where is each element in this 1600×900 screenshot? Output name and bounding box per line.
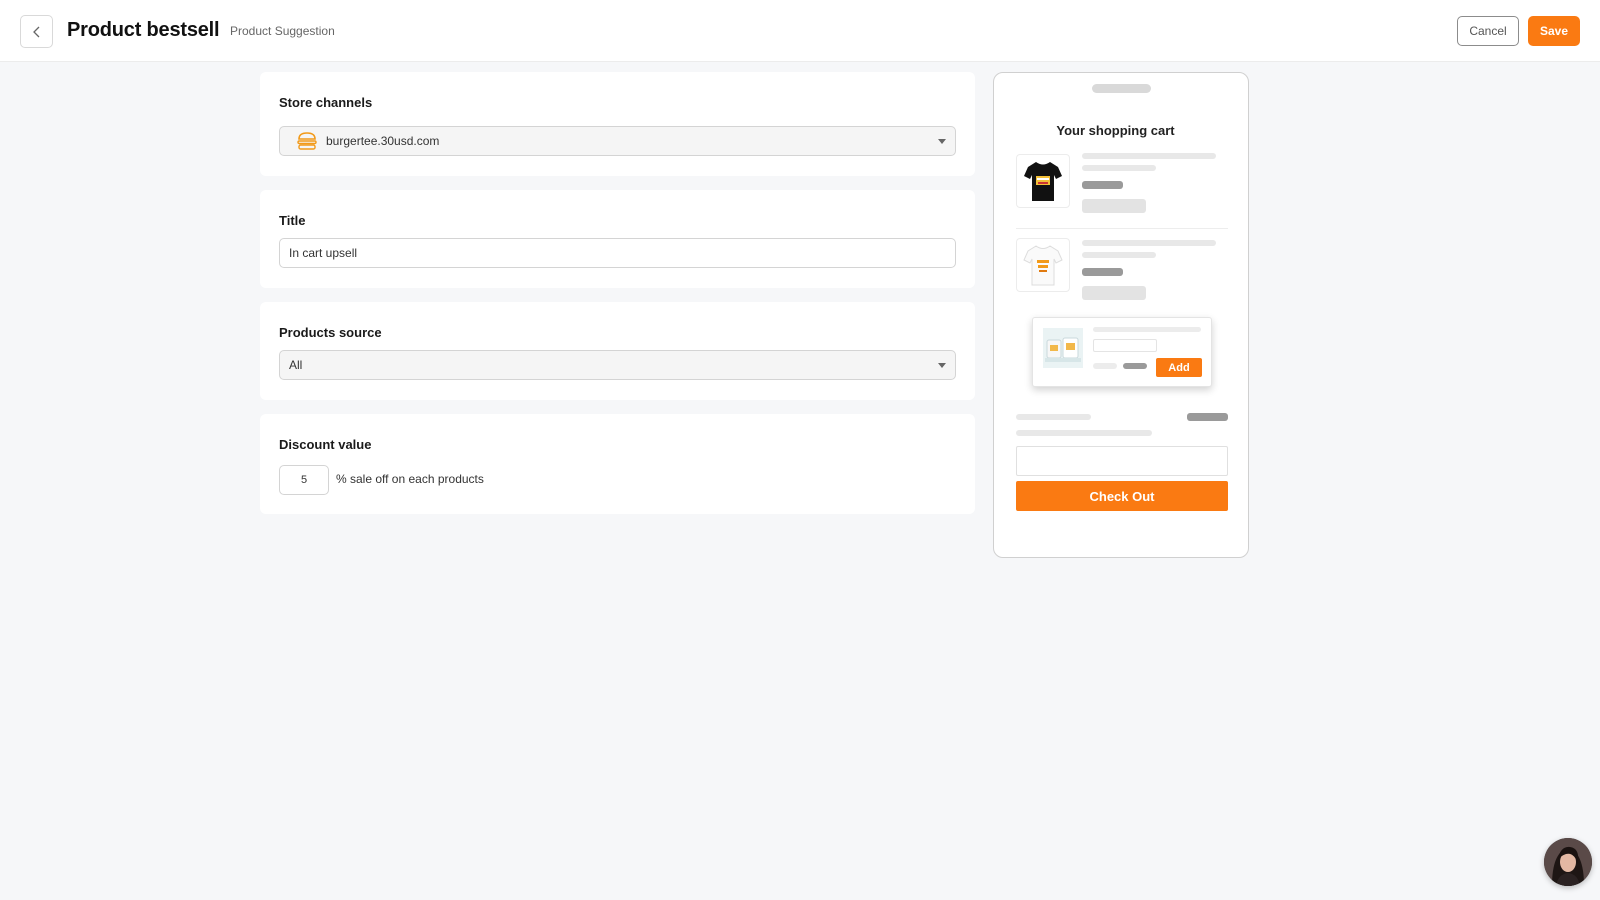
top-header: Product bestsell Product Suggestion Canc…: [0, 0, 1600, 62]
placeholder-price: [1082, 181, 1123, 189]
store-channel-value: burgertee.30usd.com: [326, 134, 440, 148]
tshirt-icon: [1024, 162, 1062, 201]
title-label: Title: [279, 213, 306, 228]
placeholder-line: [1016, 414, 1091, 420]
store-channels-card: Store channels burgertee.30usd.com: [260, 72, 975, 176]
burger-icon: [297, 132, 317, 150]
chevron-left-icon: [32, 26, 39, 37]
placeholder-qty: [1082, 199, 1146, 213]
product-thumb-white-tshirt: [1016, 238, 1070, 292]
add-upsell-button[interactable]: Add: [1156, 358, 1202, 377]
mug-icon: [1043, 328, 1083, 368]
product-thumb-black-tshirt: [1016, 154, 1070, 208]
products-source-label: Products source: [279, 325, 382, 340]
products-source-value: All: [289, 358, 303, 372]
discount-label: Discount value: [279, 437, 372, 452]
title-card: Title In cart upsell: [260, 190, 975, 288]
tshirt-icon: [1023, 245, 1063, 286]
discount-input[interactable]: 5: [279, 465, 329, 495]
placeholder-line: [1093, 327, 1201, 332]
discount-code-input[interactable]: [1016, 446, 1228, 476]
placeholder-line: [1082, 165, 1156, 171]
back-button[interactable]: [20, 15, 53, 48]
discount-card: Discount value 5 % sale off on each prod…: [260, 414, 975, 514]
phone-notch: [1092, 84, 1151, 93]
page-title: Product bestsell: [67, 19, 220, 41]
product-thumb-mug: [1043, 328, 1083, 368]
title-value: In cart upsell: [289, 246, 358, 260]
cart-title: Your shopping cart: [1056, 123, 1175, 138]
avatar-icon: [1544, 838, 1592, 886]
save-button[interactable]: Save: [1528, 16, 1580, 46]
placeholder-price: [1082, 268, 1123, 276]
products-source-select[interactable]: All: [279, 350, 956, 380]
placeholder-line: [1082, 252, 1156, 258]
title-input[interactable]: In cart upsell: [279, 238, 956, 268]
checkout-button[interactable]: Check Out: [1016, 481, 1228, 511]
upsell-card: Add: [1032, 317, 1212, 387]
caret-down-icon: [938, 139, 946, 144]
placeholder-line: [1082, 240, 1216, 246]
placeholder-total: [1187, 413, 1228, 421]
store-channel-select[interactable]: burgertee.30usd.com: [279, 126, 956, 156]
products-source-card: Products source All: [260, 302, 975, 400]
store-channels-label: Store channels: [279, 95, 373, 110]
placeholder-line: [1016, 430, 1152, 436]
placeholder-price: [1123, 363, 1147, 369]
page-subtitle: Product Suggestion: [230, 24, 335, 38]
cancel-button[interactable]: Cancel: [1457, 16, 1519, 46]
caret-down-icon: [938, 363, 946, 368]
placeholder-line: [1082, 153, 1216, 159]
placeholder-qty: [1082, 286, 1146, 300]
divider: [1016, 228, 1228, 229]
support-chat-avatar[interactable]: [1544, 838, 1592, 886]
discount-suffix: % sale off on each products: [336, 472, 484, 486]
cart-preview: Your shopping cart Add Check Out: [993, 72, 1249, 558]
placeholder-line: [1093, 363, 1117, 369]
placeholder-select: [1093, 339, 1157, 352]
